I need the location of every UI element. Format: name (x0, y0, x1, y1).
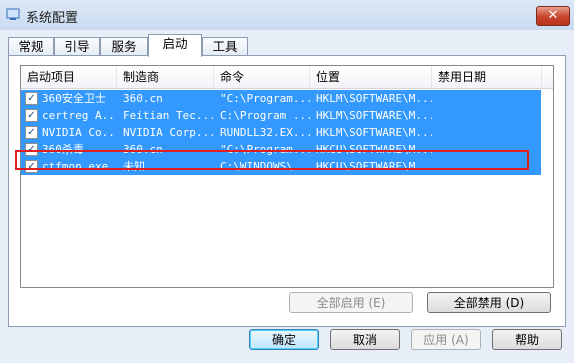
item-command: "C:\Program... (220, 92, 310, 105)
item-maker: 360.cn (123, 92, 163, 105)
column-command[interactable]: 命令 (214, 66, 310, 88)
tab-tools[interactable]: 工具 (202, 37, 248, 56)
apply-button[interactable]: 应用 (A) (411, 329, 481, 350)
column-startup-item[interactable]: 启动项目 (21, 66, 117, 88)
item-name: 360杀毒 (42, 143, 84, 156)
table-row[interactable]: ✓ ctfmon.exe 未知 C:\WINDOWS\... HKCU\SOFT… (21, 158, 541, 175)
item-maker: NVIDIA Corp... (123, 126, 213, 139)
column-manufacturer[interactable]: 制造商 (117, 66, 214, 88)
enable-checkbox[interactable]: ✓ (25, 109, 38, 122)
item-command: "C:\Program... (220, 143, 310, 156)
window-title: 系统配置 (26, 11, 79, 26)
item-location: HKCU\SOFTWARE\M... (316, 160, 432, 173)
title-bar: 系统配置 ✕ (0, 0, 574, 30)
ok-button[interactable]: 确定 (249, 329, 319, 350)
enable-checkbox[interactable]: ✓ (25, 160, 38, 173)
startup-list[interactable]: 启动项目 制造商 命令 位置 禁用日期 ✓ 360安全卫士 360.cn "C:… (20, 65, 554, 288)
enable-all-button[interactable]: 全部启用 (E) (289, 292, 413, 313)
disable-all-button[interactable]: 全部禁用 (D) (427, 292, 551, 313)
item-location: HKLM\SOFTWARE\M... (316, 109, 432, 122)
column-disable-date[interactable]: 禁用日期 (432, 66, 542, 88)
tab-boot[interactable]: 引导 (54, 37, 100, 56)
item-maker: 360.cn (123, 143, 163, 156)
item-name: certreg A... (42, 109, 117, 122)
item-location: HKLM\SOFTWARE\M... (316, 126, 432, 139)
cancel-button[interactable]: 取消 (330, 329, 400, 350)
item-maker: 未知 (123, 160, 145, 173)
table-row[interactable]: ✓ certreg A... Feitian Tec... C:\Program… (21, 107, 541, 124)
close-button[interactable]: ✕ (536, 6, 570, 26)
column-location[interactable]: 位置 (310, 66, 432, 88)
enable-checkbox[interactable]: ✓ (25, 143, 38, 156)
help-button[interactable]: 帮助 (492, 329, 562, 350)
item-name: ctfmon.exe (42, 160, 109, 173)
item-location: HKCU\SOFTWARE\M... (316, 143, 432, 156)
system-config-icon (6, 8, 20, 20)
item-location: HKLM\SOFTWARE\M... (316, 92, 432, 105)
startup-panel: 启动项目 制造商 命令 位置 禁用日期 ✓ 360安全卫士 360.cn "C:… (8, 55, 566, 327)
enable-checkbox[interactable]: ✓ (25, 126, 38, 139)
table-row[interactable]: ✓ 360杀毒 360.cn "C:\Program... HKCU\SOFTW… (21, 141, 541, 158)
tab-startup[interactable]: 启动 (148, 34, 202, 57)
item-command: C:\Program ... (220, 109, 310, 122)
item-command: C:\WINDOWS\... (220, 160, 310, 173)
table-row[interactable]: ✓ 360安全卫士 360.cn "C:\Program... HKLM\SOF… (21, 90, 541, 107)
item-command: RUNDLL32.EX... (220, 126, 310, 139)
table-row[interactable]: ✓ NVIDIA Co... NVIDIA Corp... RUNDLL32.E… (21, 124, 541, 141)
item-name: 360安全卫士 (42, 92, 106, 105)
enable-checkbox[interactable]: ✓ (25, 92, 38, 105)
list-header: 启动项目 制造商 命令 位置 禁用日期 (21, 66, 553, 89)
item-maker: Feitian Tec... (123, 109, 213, 122)
tab-general[interactable]: 常规 (8, 37, 54, 56)
tab-services[interactable]: 服务 (100, 37, 148, 56)
item-name: NVIDIA Co... (42, 126, 117, 139)
